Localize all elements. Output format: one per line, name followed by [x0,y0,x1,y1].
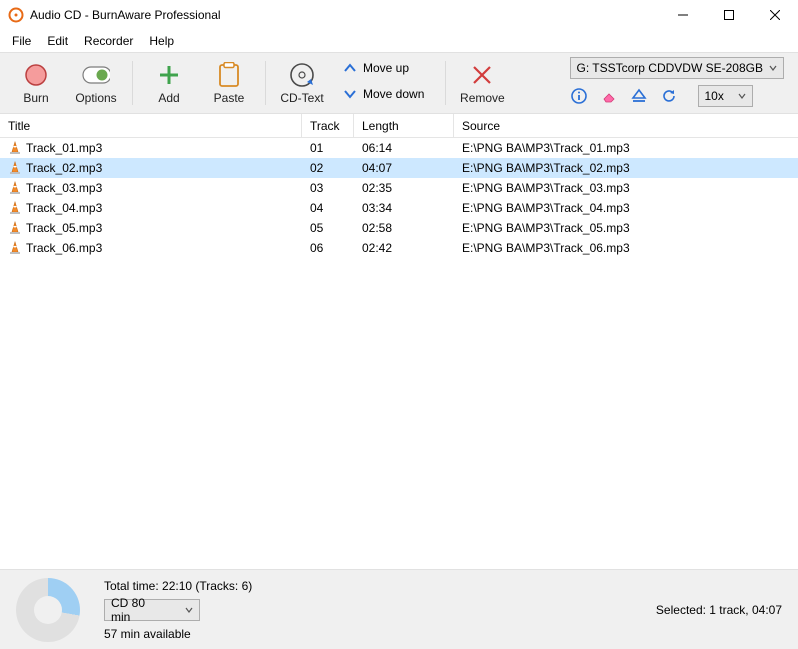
plus-icon [155,61,183,89]
table-row[interactable]: Track_06.mp3 0602:42E:\PNG BA\MP3\Track_0… [0,238,798,258]
remove-label: Remove [460,91,505,105]
cell-source: E:\PNG BA\MP3\Track_01.mp3 [454,141,798,155]
cell-title: Track_02.mp3 [26,161,102,175]
paste-button[interactable]: Paste [199,56,259,110]
table-row[interactable]: Track_04.mp3 0403:34E:\PNG BA\MP3\Track_0… [0,198,798,218]
move-down-label: Move down [363,87,424,101]
eject-icon[interactable] [630,87,648,105]
maximize-button[interactable] [706,0,752,30]
cell-title: Track_06.mp3 [26,241,102,255]
menu-help[interactable]: Help [141,32,182,50]
app-icon [8,7,24,23]
toggle-icon [82,61,110,89]
col-title[interactable]: Title [0,114,302,137]
x-icon [468,61,496,89]
total-time: Total time: 22:10 (Tracks: 6) [104,579,252,593]
options-button[interactable]: Options [66,56,126,110]
cell-track: 06 [302,241,354,255]
vlc-icon [8,181,22,195]
cell-source: E:\PNG BA\MP3\Track_03.mp3 [454,181,798,195]
menu-edit[interactable]: Edit [39,32,76,50]
options-label: Options [75,91,116,105]
menubar: File Edit Recorder Help [0,30,798,52]
table-row[interactable]: Track_03.mp3 0302:35E:\PNG BA\MP3\Track_0… [0,178,798,198]
add-button[interactable]: Add [139,56,199,110]
burn-label: Burn [23,91,48,105]
chevron-down-icon [185,606,193,614]
add-label: Add [158,91,179,105]
erase-icon[interactable] [600,87,618,105]
table-row[interactable]: Track_01.mp3 0106:14E:\PNG BA\MP3\Track_0… [0,138,798,158]
table-header: Title Track Length Source [0,114,798,138]
menu-file[interactable]: File [4,32,39,50]
cell-title: Track_03.mp3 [26,181,102,195]
disc-usage-chart [16,578,80,642]
clipboard-icon [215,61,243,89]
move-down-button[interactable]: Move down [336,83,435,105]
cell-length: 06:14 [354,141,454,155]
cell-length: 02:35 [354,181,454,195]
speed-selector[interactable]: 10x [698,85,753,107]
cdtext-button[interactable]: CD-Text [272,56,332,110]
cell-track: 03 [302,181,354,195]
burn-button[interactable]: Burn [6,56,66,110]
cd-text-icon [288,61,316,89]
drive-label: G: TSSTcorp CDDVDW SE-208GB [577,61,764,75]
vlc-icon [8,201,22,215]
cell-track: 01 [302,141,354,155]
table-row[interactable]: Track_05.mp3 0502:58E:\PNG BA\MP3\Track_0… [0,218,798,238]
cell-source: E:\PNG BA\MP3\Track_04.mp3 [454,201,798,215]
chevron-down-icon [343,89,357,99]
track-table: Title Track Length Source Track_01.mp3 01… [0,114,798,258]
minimize-button[interactable] [660,0,706,30]
cell-length: 03:34 [354,201,454,215]
toolbar-right: G: TSSTcorp CDDVDW SE-208GB 10x [570,57,793,109]
speed-label: 10x [705,89,724,103]
refresh-icon[interactable] [660,87,678,105]
vlc-icon [8,141,22,155]
table-row[interactable]: Track_02.mp3 0204:07E:\PNG BA\MP3\Track_0… [0,158,798,178]
col-length[interactable]: Length [354,114,454,137]
status-footer: Total time: 22:10 (Tracks: 6) CD 80 min … [0,569,798,649]
cell-length: 02:58 [354,221,454,235]
cell-length: 02:42 [354,241,454,255]
info-icon[interactable] [570,87,588,105]
window-controls [660,0,798,30]
move-up-label: Move up [363,61,409,75]
table-body: Track_01.mp30106:14E:\PNG BA\MP3\Track_0… [0,138,798,258]
titlebar: Audio CD - BurnAware Professional [0,0,798,30]
selection-info: Selected: 1 track, 04:07 [656,603,782,617]
disc-type-label: CD 80 min [111,596,157,624]
paste-label: Paste [214,91,245,105]
cell-track: 04 [302,201,354,215]
col-track[interactable]: Track [302,114,354,137]
cell-source: E:\PNG BA\MP3\Track_05.mp3 [454,221,798,235]
cell-title: Track_04.mp3 [26,201,102,215]
cell-track: 05 [302,221,354,235]
remove-button[interactable]: Remove [452,56,512,110]
cell-source: E:\PNG BA\MP3\Track_06.mp3 [454,241,798,255]
vlc-icon [8,221,22,235]
cell-track: 02 [302,161,354,175]
window-title: Audio CD - BurnAware Professional [30,8,221,22]
burn-icon [22,61,50,89]
cell-length: 04:07 [354,161,454,175]
chevron-up-icon [343,63,357,73]
disc-type-selector[interactable]: CD 80 min [104,599,200,621]
menu-recorder[interactable]: Recorder [76,32,141,50]
available-time: 57 min available [104,627,252,641]
chevron-down-icon [769,64,777,72]
cell-title: Track_05.mp3 [26,221,102,235]
cdtext-label: CD-Text [280,91,323,105]
col-source[interactable]: Source [454,114,798,137]
vlc-icon [8,241,22,255]
chevron-down-icon [738,92,746,100]
cell-title: Track_01.mp3 [26,141,102,155]
move-up-button[interactable]: Move up [336,57,435,79]
cell-source: E:\PNG BA\MP3\Track_02.mp3 [454,161,798,175]
drive-selector[interactable]: G: TSSTcorp CDDVDW SE-208GB [570,57,785,79]
vlc-icon [8,161,22,175]
toolbar: Burn Options Add Paste CD- [0,52,798,114]
close-button[interactable] [752,0,798,30]
